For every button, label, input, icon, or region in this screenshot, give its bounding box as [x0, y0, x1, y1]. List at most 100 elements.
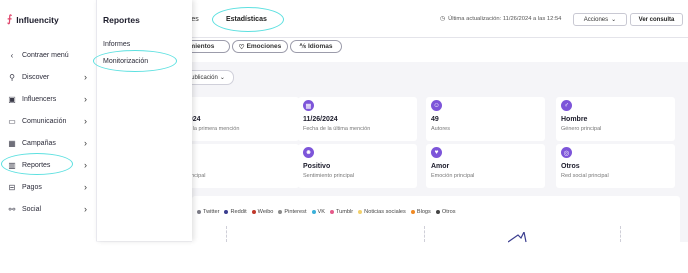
flyout-item-informes[interactable]: Informes — [103, 41, 130, 48]
subtab-label: Idiomas — [307, 43, 333, 50]
sidebar-item-influencers[interactable]: ▣ Influencers › — [7, 92, 93, 106]
stat-value: Amor — [431, 163, 450, 170]
id-card-icon: ▣ — [8, 94, 16, 104]
stat-card-partial: principal — [180, 144, 299, 188]
view-query-button[interactable]: Ver consulta — [630, 13, 683, 26]
flyout-title: Reportes — [103, 15, 140, 25]
sidebar-item-label: Campañas — [22, 139, 56, 147]
stat-label: Emoción principal — [431, 173, 475, 179]
legend-label: Tumblr — [335, 209, 354, 215]
sidebar-item-label: Social — [22, 205, 42, 213]
monitorizacion-highlight-ring — [93, 50, 177, 72]
legend-label: VK — [317, 209, 325, 215]
brand-logo[interactable]: ⨍ Influencity — [7, 14, 59, 25]
publication-filter-label: ublicación — [191, 74, 218, 81]
stat-label: de la primera mención — [185, 126, 240, 132]
legend-item-weibo[interactable]: Weibo — [251, 209, 274, 215]
calendar-icon: ▦ — [303, 100, 314, 111]
sidebar: ⨍ Influencity ‹ Contraer menú ⚲ Discover… — [0, 0, 96, 273]
stat-value: 11/26/2024 — [303, 116, 338, 123]
stat-card-last-mention: ▦ 11/26/2024 Fecha de la última mención — [298, 97, 417, 141]
chevron-down-icon: ⌄ — [219, 75, 225, 81]
sidebar-item-pagos[interactable]: ⊟ Pagos › — [7, 180, 93, 194]
sidebar-item-label: Comunicación — [22, 117, 67, 125]
tab-divider — [192, 37, 688, 38]
stat-value: 49 — [431, 116, 439, 123]
actions-button[interactable]: Acciones ⌄ — [573, 13, 627, 26]
legend-dot — [435, 210, 440, 214]
legend-item-noticias-sociales[interactable]: Noticias sociales — [358, 209, 406, 215]
sidebar-item-label: Pagos — [22, 183, 42, 191]
collapse-menu-label: Contraer menú — [22, 51, 69, 59]
legend-label: Blogs — [416, 209, 431, 215]
globe-icon: ◎ — [561, 147, 572, 158]
legend-dot — [278, 210, 283, 214]
calendar-icon: ▦ — [8, 138, 16, 148]
sidebar-item-discover[interactable]: ⚲ Discover › — [7, 70, 93, 84]
heart-icon: ♥ — [431, 147, 442, 158]
stat-card-social-network: ◎ Otros Red social principal — [556, 144, 675, 188]
legend-dot — [410, 210, 415, 214]
sidebar-item-label: Influencers — [22, 95, 57, 103]
legend-item-vk[interactable]: VK — [311, 209, 325, 215]
last-update-text: Última actualización: 11/26/2024 a las 1… — [448, 16, 562, 22]
subtab-label: Emociones — [246, 43, 282, 50]
legend-item-otros[interactable]: Otros — [435, 209, 456, 215]
people-search-icon: ⚲ — [9, 72, 15, 82]
sidebar-item-comunicacion[interactable]: ▭ Comunicación › — [7, 114, 93, 128]
sidebar-item-social[interactable]: ⚯ Social › — [7, 202, 93, 216]
chevron-right-icon: › — [84, 94, 87, 104]
collapse-menu-button[interactable]: ‹ Contraer menú — [7, 48, 93, 62]
chart-gridline — [424, 226, 425, 242]
chevron-right-icon: › — [84, 160, 87, 170]
stat-card-gender: ♂ Hombre Género principal — [556, 97, 675, 141]
chevron-right-icon: › — [84, 116, 87, 126]
legend-dot — [251, 210, 256, 214]
sidebar-item-campanas[interactable]: ▦ Campañas › — [7, 136, 93, 150]
heart-icon: ♡ — [238, 43, 245, 51]
chevron-right-icon: › — [84, 182, 87, 192]
translate-icon: ⅍ — [299, 43, 306, 50]
legend-item-pinterest[interactable]: Pinterest — [278, 209, 307, 215]
sidebar-item-label: Discover — [22, 73, 50, 81]
last-update: ◷ Última actualización: 11/26/2024 a las… — [440, 16, 561, 22]
stat-label: Red social principal — [561, 173, 609, 179]
legend-item-twitter[interactable]: Twitter — [197, 209, 219, 215]
brand-name: Influencity — [16, 14, 59, 25]
chevron-left-icon: ‹ — [10, 50, 14, 60]
stat-label: Género principal — [561, 126, 602, 132]
mentions-chart-card — [192, 196, 680, 246]
stat-label: Autores — [431, 126, 450, 132]
gender-icon: ♂ — [561, 100, 572, 111]
subtab-emociones[interactable]: ♡ Emociones — [232, 40, 288, 53]
legend-label: Pinterest — [284, 209, 307, 215]
chevron-right-icon: › — [84, 138, 87, 148]
legend-item-reddit[interactable]: Reddit — [224, 209, 247, 215]
reportes-highlight-ring — [1, 153, 73, 175]
legend-dot — [224, 210, 229, 214]
actions-label: Acciones — [583, 16, 609, 23]
stat-card-first-mention: 2024 de la primera mención — [180, 97, 299, 141]
chart-gridline — [620, 226, 621, 242]
chevron-right-icon: › — [84, 72, 87, 82]
legend-dot — [197, 210, 201, 214]
legend-label: Twitter — [203, 209, 220, 215]
legend-label: Otros — [441, 209, 456, 215]
view-query-label: Ver consulta — [638, 16, 675, 23]
legend-item-blogs[interactable]: Blogs — [410, 209, 431, 215]
stat-value: Positivo — [303, 163, 331, 170]
chart-gridline — [226, 226, 227, 242]
stat-value: Otros — [561, 163, 580, 170]
legend-item-tumblr[interactable]: Tumblr — [329, 209, 354, 215]
legend-dot — [311, 210, 316, 214]
legend-label: Noticias sociales — [364, 209, 406, 215]
chevron-down-icon: ⌄ — [611, 17, 617, 23]
stat-card-sentiment: ☻ Positivo Sentimiento principal — [298, 144, 417, 188]
legend-label: Reddit — [230, 209, 247, 215]
subtab-idiomas[interactable]: ⅍ Idiomas — [290, 40, 342, 53]
stat-label: Sentimiento principal — [303, 173, 355, 179]
legend-label: Weibo — [257, 209, 274, 215]
social-icon: ⚯ — [8, 204, 16, 214]
reportes-flyout-menu: Reportes Informes Monitorización — [93, 0, 192, 241]
payment-icon: ⊟ — [8, 182, 16, 192]
